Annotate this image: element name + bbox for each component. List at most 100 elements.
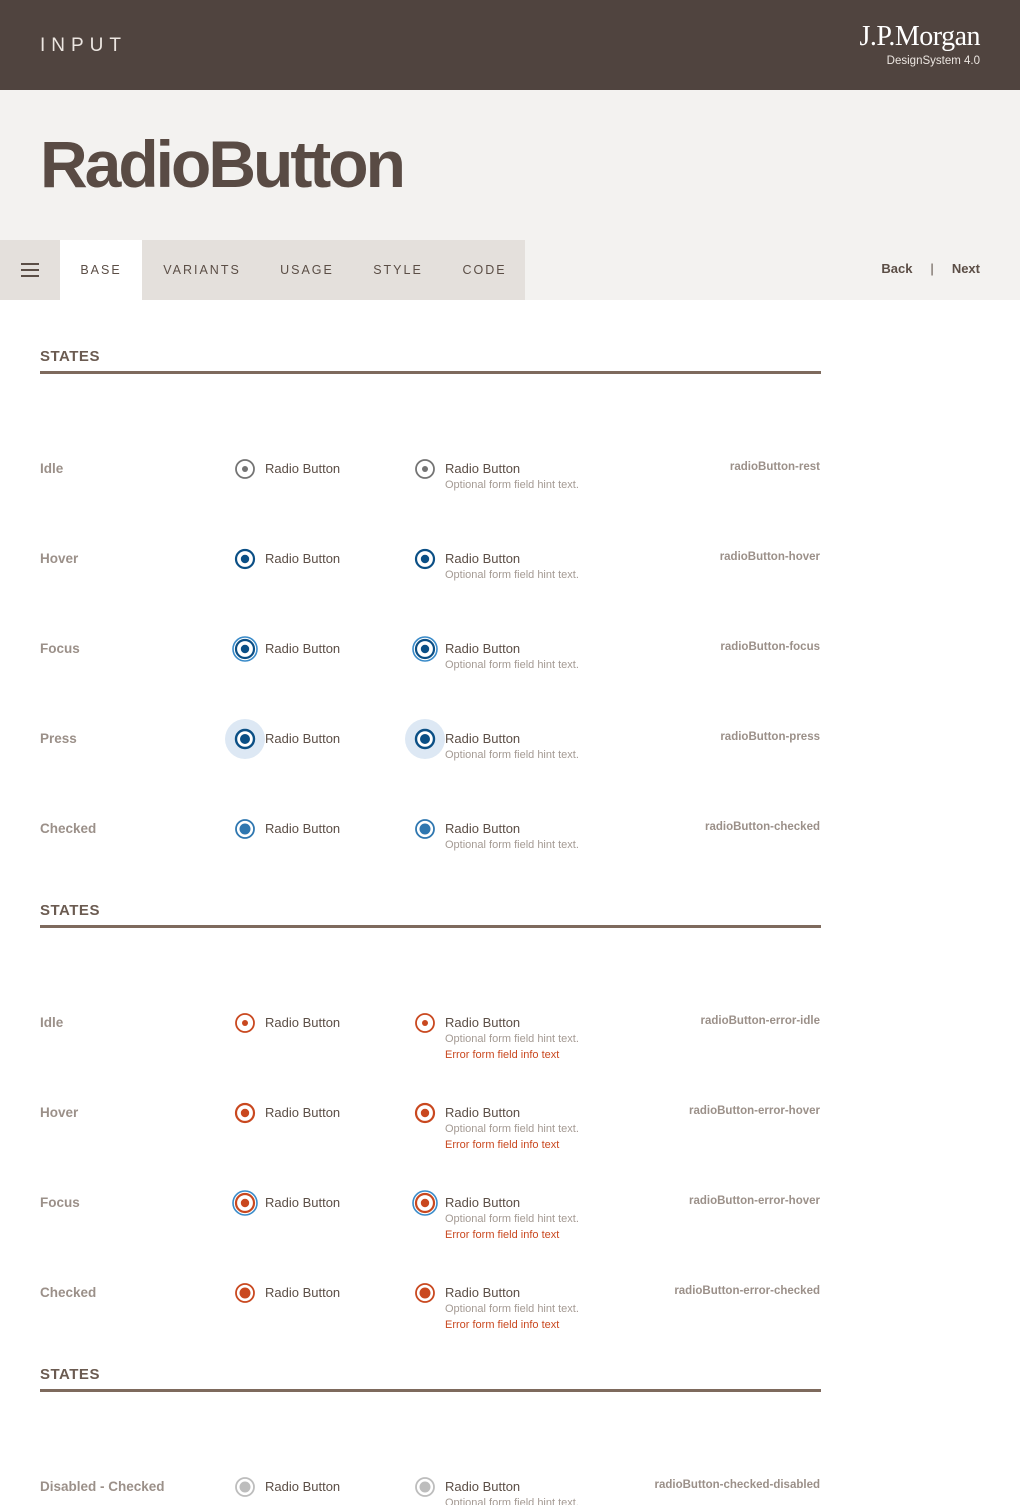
radio-button-icon[interactable] <box>412 636 438 662</box>
radio-button-icon[interactable] <box>414 818 436 840</box>
error-text: Error form field info text <box>445 1319 560 1331</box>
radio-option-with-hint[interactable]: Radio Button Optional form field hint tex… <box>414 548 579 583</box>
radio-option-simple[interactable]: Radio Button <box>234 818 340 840</box>
radio-button-icon[interactable] <box>414 1012 436 1034</box>
radio-label: Radio Button <box>265 1195 341 1210</box>
radio-button-icon[interactable] <box>405 719 445 759</box>
radio-option-simple[interactable]: Radio Button <box>234 1012 340 1034</box>
section-divider <box>40 925 821 928</box>
radio-button-icon[interactable] <box>232 1190 258 1216</box>
hint-text: Optional form field hint text. <box>445 1213 579 1225</box>
radio-label: Radio Button <box>265 1285 341 1300</box>
state-row: Disabled - Checked Radio Button Radio Butt… <box>0 1476 1020 1505</box>
state-row: Idle Radio Button Radio Button Optional for… <box>0 458 1020 541</box>
radio-option-simple[interactable]: Radio Button <box>234 1102 341 1124</box>
radio-text: Radio Button Optional form field hint tex… <box>445 821 579 853</box>
radio-label: Radio Button <box>445 1285 521 1300</box>
radio-button-icon[interactable] <box>412 1190 438 1216</box>
radio-button-icon[interactable] <box>414 1476 436 1498</box>
radio-option-simple[interactable]: Radio Button <box>234 1476 340 1498</box>
tab-bar: BASE VARIANTS USAGE STYLE CODE <box>0 240 525 300</box>
hint-text: Optional form field hint text. <box>445 1303 579 1315</box>
radio-button-icon[interactable] <box>414 1282 436 1304</box>
hint-text: Optional form field hint text. <box>445 659 579 671</box>
radio-text: Radio Button <box>265 461 340 477</box>
radio-option-with-hint[interactable]: Radio Button Optional form field hint tex… <box>414 458 579 493</box>
radio-option-simple[interactable]: Radio Button <box>234 548 340 570</box>
brand: J.P.Morgan DesignSystem 4.0 <box>859 21 980 68</box>
radio-option-with-hint[interactable]: Radio Button Optional form field hint tex… <box>414 818 579 853</box>
radio-option-simple[interactable]: Radio Button <box>225 719 340 759</box>
token-name: radioButton-error-idle <box>700 1015 820 1027</box>
radio-label: Radio Button <box>445 1015 521 1030</box>
radio-button-icon[interactable] <box>414 1102 436 1124</box>
radio-button-icon[interactable] <box>414 458 436 480</box>
radio-text: Radio Button <box>265 731 340 747</box>
radio-button-icon[interactable] <box>225 719 265 759</box>
radio-button-icon[interactable] <box>234 1102 256 1124</box>
radio-label: Radio Button <box>445 1195 521 1210</box>
radio-option-with-hint[interactable]: Radio Button Optional form field hint tex… <box>414 1012 579 1063</box>
section-divider <box>40 371 821 374</box>
hint-text: Optional form field hint text. <box>445 839 579 851</box>
token-name: radioButton-checked <box>704 821 820 833</box>
state-label: Focus <box>40 641 80 656</box>
radio-option-with-hint[interactable]: Radio Button Optional form field hint tex… <box>414 1476 579 1505</box>
radio-option-simple[interactable]: Radio Button <box>234 458 340 480</box>
radio-option-with-hint[interactable]: Radio Button Optional form field hint tex… <box>412 1190 579 1243</box>
radio-button-icon[interactable] <box>414 548 436 570</box>
tab-style[interactable]: STYLE <box>352 240 444 300</box>
radio-text: Radio Button Optional form field hint tex… <box>445 1105 579 1153</box>
state-row: Focus Radio Button Radio Button Optional fo… <box>0 1190 1020 1275</box>
top-header: INPUT J.P.Morgan DesignSystem 4.0 <box>0 0 1020 90</box>
radio-text: Radio Button Optional form field hint tex… <box>445 461 579 493</box>
tab-base[interactable]: BASE <box>60 240 142 300</box>
radio-text: Radio Button <box>265 821 340 837</box>
hamburger-menu-icon[interactable] <box>0 240 60 300</box>
radio-text: Radio Button <box>265 1479 340 1495</box>
tab-code[interactable]: CODE <box>444 240 525 300</box>
radio-text: Radio Button Optional form field hint tex… <box>445 641 579 673</box>
state-label: Idle <box>40 1015 64 1030</box>
radio-option-simple[interactable]: Radio Button <box>232 1190 340 1216</box>
token-name: radioButton-error-hover <box>689 1105 820 1117</box>
error-text: Error form field info text <box>445 1229 560 1241</box>
radio-text: Radio Button Optional form field hint tex… <box>445 551 579 583</box>
radio-text: Radio Button <box>265 1195 340 1211</box>
jpmorgan-logo: J.P.Morgan <box>859 21 980 52</box>
radio-option-with-hint[interactable]: Radio Button Optional form field hint tex… <box>414 1102 579 1153</box>
radio-option-with-hint[interactable]: Radio Button Optional form field hint tex… <box>405 719 579 763</box>
radio-button-icon[interactable] <box>234 548 256 570</box>
radio-button-icon[interactable] <box>234 458 256 480</box>
state-label: Idle <box>40 461 64 476</box>
tab-variants[interactable]: VARIANTS <box>142 240 262 300</box>
radio-label: Radio Button <box>265 1479 341 1494</box>
back-link[interactable]: Back <box>881 261 912 276</box>
radio-button-icon[interactable] <box>232 636 258 662</box>
radio-button-icon[interactable] <box>234 1012 256 1034</box>
radio-option-with-hint[interactable]: Radio Button Optional form field hint tex… <box>412 636 579 673</box>
state-label: Press <box>40 731 77 746</box>
radio-label: Radio Button <box>265 1105 341 1120</box>
radio-text: Radio Button Optional form field hint tex… <box>445 1015 579 1063</box>
tab-usage[interactable]: USAGE <box>262 240 352 300</box>
radio-option-with-hint[interactable]: Radio Button Optional form field hint tex… <box>414 1282 579 1333</box>
section-title: STATES <box>40 348 100 365</box>
radio-button-icon[interactable] <box>234 818 256 840</box>
design-system-version: DesignSystem 4.0 <box>886 55 980 67</box>
token-name: radioButton-error-hover <box>689 1195 820 1207</box>
state-row: Checked Radio Button Radio Button Optional … <box>0 818 1020 901</box>
radio-label: Radio Button <box>265 641 341 656</box>
next-link[interactable]: Next <box>952 261 980 276</box>
radio-option-simple[interactable]: Radio Button <box>232 636 341 662</box>
radio-label: Radio Button <box>445 1479 521 1494</box>
radio-button-icon[interactable] <box>234 1282 256 1304</box>
section-divider <box>40 1389 821 1392</box>
token-name: radioButton-focus <box>720 641 820 653</box>
radio-button-icon[interactable] <box>234 1476 256 1498</box>
hint-text: Optional form field hint text. <box>445 479 579 491</box>
state-row: Press Radio Button Radio Button Optional fo… <box>0 719 1020 811</box>
error-text: Error form field info text <box>445 1139 560 1151</box>
radio-option-simple[interactable]: Radio Button <box>234 1282 341 1304</box>
radio-label: Radio Button <box>265 731 341 746</box>
